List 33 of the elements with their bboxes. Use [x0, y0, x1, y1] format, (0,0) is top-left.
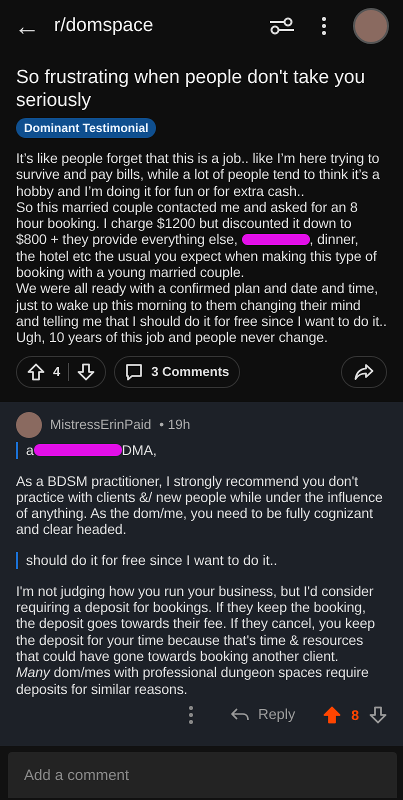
comments-button[interactable]: 3 Comments: [114, 356, 240, 388]
reply-icon: [230, 706, 250, 723]
avatar[interactable]: [16, 412, 42, 438]
vote-count: 8: [351, 706, 359, 723]
post-text: It’s like people forget that this is a job.. like I’m here trying to survive and pay bills, while a lot of people tend to think it’s a hobby and I’m doing it for fun or for extra cash..: [16, 150, 381, 199]
filter-icon[interactable]: [269, 16, 295, 36]
reply-button[interactable]: Reply: [230, 706, 296, 723]
share-icon: [354, 362, 374, 381]
post-text: So this married couple contacted me and asked for an 8 hour booking. I charge $1200 but discounted it down to: [16, 198, 359, 232]
back-button[interactable]: ←: [14, 13, 54, 39]
post-text: Ugh, 10 years of this job and people never change.: [16, 329, 329, 346]
quote-text: DMA,: [122, 442, 157, 458]
comment-author[interactable]: MistressErinPaid: [50, 417, 152, 432]
post-text: We were all ready with a confirmed plan and date and time, just to wake up this morning to them changing their mind and telling me that I should do it for free since I want to do it..: [16, 280, 387, 330]
comment-text: Many dom/mes with professional dungeon spaces require deposits for similar reasons.: [16, 664, 370, 697]
comment-text: As a BDSM practitioner, I strongly recommend you don't practice with clients &/ new people while under the influence of anything. As the dom/me, you need to be fully cognizant and clear headed.: [16, 472, 384, 538]
quote-text: a: [26, 442, 34, 458]
comment-field[interactable]: Add a comment: [8, 752, 397, 798]
more-icon[interactable]: [321, 16, 327, 36]
post-title: So frustrating when people don't take you seriously: [16, 66, 366, 112]
avatar[interactable]: [353, 8, 389, 44]
comment-time: • 19h: [159, 417, 190, 432]
post-text: $800 + they provide everything else,: [16, 231, 238, 248]
flair-tag: Dominant Testimonial: [16, 118, 156, 138]
downvote-icon[interactable]: [369, 706, 387, 724]
comment-icon: [125, 362, 144, 381]
quote-text: should do it for free since I want to do it..: [26, 552, 278, 568]
share-button[interactable]: [341, 356, 387, 388]
comment-text: I'm not judging how you run your business, but I'd consider requiring a deposit for bookings. If they keep the booking, the deposit goes towards their fee. If they cancel, you keep the deposit for your time because that's time & resources that could have gone towards booking another client.: [16, 582, 376, 664]
post-text: , dinner,: [310, 231, 358, 248]
post-text: the hotel etc the usual you expect when making this type of booking with a young married couple.: [16, 248, 378, 280]
subreddit-name[interactable]: r/domspace: [54, 15, 269, 37]
vote-count: 4: [53, 364, 60, 380]
